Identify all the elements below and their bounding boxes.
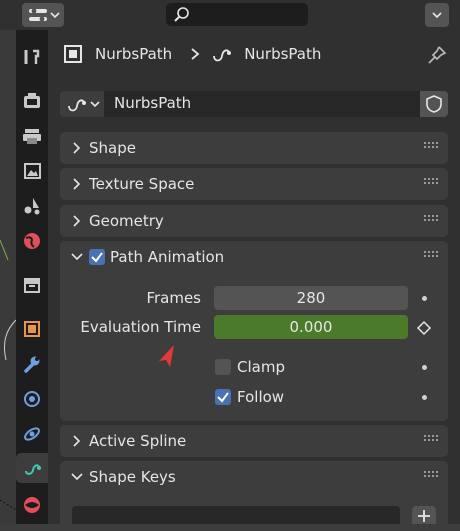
scene-tab[interactable]	[16, 191, 48, 221]
world-tab[interactable]	[16, 226, 48, 256]
chevron-right-icon	[73, 178, 80, 190]
options-dropdown-button[interactable]	[425, 3, 449, 27]
evaluation-time-field[interactable]: 0.000	[214, 315, 408, 339]
panel-title: Active Spline	[89, 432, 187, 450]
chevron-right-icon	[73, 215, 80, 227]
wrench-screwdriver-icon	[24, 49, 40, 64]
checkmark-icon	[217, 392, 229, 403]
drag-grip-icon[interactable]	[424, 435, 438, 443]
collection-tab[interactable]	[16, 270, 48, 300]
printer-icon	[23, 129, 41, 144]
drag-grip-icon[interactable]	[424, 215, 438, 223]
drag-grip-icon[interactable]	[424, 251, 438, 259]
properties-editor-icon	[29, 8, 47, 22]
path-animation-enable-checkbox[interactable]	[89, 249, 105, 265]
properties-tabs	[16, 30, 50, 524]
scene-icon	[24, 198, 40, 215]
checkmark-icon	[91, 252, 103, 263]
curve-icon	[213, 49, 232, 62]
clamp-checkbox[interactable]	[215, 359, 231, 375]
camera-back-icon	[24, 93, 40, 108]
shield-icon	[426, 95, 442, 113]
modifiers-tab[interactable]	[16, 349, 48, 379]
keyframe-dot-icon[interactable]	[422, 296, 427, 301]
object-square-icon	[24, 321, 40, 337]
panel-title: Geometry	[89, 212, 164, 230]
chevron-down-icon	[50, 12, 60, 19]
image-icon	[24, 163, 41, 179]
chevron-down-icon	[71, 253, 83, 261]
drag-grip-icon[interactable]	[424, 178, 438, 186]
keyframe-dot-icon[interactable]	[422, 395, 427, 400]
pin-icon[interactable]	[427, 45, 447, 65]
view-layer-tab[interactable]	[16, 156, 48, 186]
chevron-right-icon	[191, 48, 200, 60]
wrench-icon	[24, 356, 40, 373]
panel-texture-space[interactable]: Texture Space	[60, 168, 448, 200]
chevron-right-icon	[73, 435, 80, 447]
keyframe-dot-icon[interactable]	[422, 365, 427, 370]
material-sphere-icon	[24, 497, 40, 513]
breadcrumb-data-name[interactable]: NurbsPath	[244, 45, 321, 63]
viewport-edge	[0, 30, 17, 524]
object-tab[interactable]	[16, 314, 48, 344]
chevron-down-icon	[71, 473, 83, 481]
panel-title: Shape	[89, 139, 136, 157]
frames-field[interactable]: 280	[214, 286, 408, 310]
search-icon	[174, 7, 189, 22]
viewport-wire-decoration	[0, 239, 17, 511]
breadcrumb-object-name[interactable]: NurbsPath	[95, 45, 172, 63]
particles-icon	[24, 391, 40, 407]
keyframe-diamond-icon[interactable]	[416, 320, 432, 336]
panel-title: Path Animation	[110, 248, 225, 266]
world-icon	[24, 233, 40, 249]
panel-shape[interactable]: Shape	[60, 132, 448, 164]
follow-checkbox[interactable]	[215, 389, 231, 405]
breadcrumb: NurbsPath NurbsPath	[63, 44, 321, 64]
frames-label: Frames	[146, 289, 201, 307]
panel-title: Texture Space	[89, 175, 195, 193]
curve-icon	[25, 464, 41, 475]
datablock-name-field[interactable]: NurbsPath	[114, 94, 191, 112]
curve-data-tab[interactable]	[16, 453, 50, 483]
tool-tab[interactable]	[16, 42, 48, 72]
editor-type-button[interactable]	[22, 3, 64, 27]
datablock-browse-button[interactable]	[60, 91, 104, 117]
mouse-cursor-icon	[159, 345, 174, 367]
search-input[interactable]	[166, 3, 308, 26]
clamp-label[interactable]: Clamp	[237, 358, 285, 376]
fake-user-button[interactable]	[420, 91, 448, 117]
panel-header[interactable]: Path Animation	[60, 241, 448, 273]
panel-geometry[interactable]: Geometry	[60, 205, 448, 237]
physics-tab[interactable]	[16, 419, 48, 449]
plus-icon	[418, 510, 430, 522]
panel-title: Shape Keys	[89, 468, 176, 486]
drag-grip-icon[interactable]	[424, 142, 438, 150]
physics-orbit-icon	[24, 427, 40, 441]
material-tab[interactable]	[16, 490, 48, 520]
object-square-icon	[64, 45, 82, 63]
chevron-right-icon	[73, 142, 80, 154]
render-tab[interactable]	[16, 86, 48, 116]
panel-active-spline[interactable]: Active Spline	[60, 425, 448, 457]
follow-label[interactable]: Follow	[237, 388, 284, 406]
drag-grip-icon[interactable]	[424, 471, 438, 479]
evaluation-time-label: Evaluation Time	[80, 318, 201, 336]
panel-header[interactable]: Shape Keys	[60, 461, 448, 493]
chevron-down-icon	[432, 12, 442, 19]
shape-keys-list[interactable]	[72, 506, 400, 524]
curve-icon	[68, 99, 86, 112]
particles-tab[interactable]	[16, 384, 48, 414]
chevron-down-icon	[90, 101, 100, 108]
output-tab[interactable]	[16, 121, 48, 151]
collection-box-icon	[24, 278, 40, 293]
add-shape-key-button[interactable]	[412, 506, 436, 524]
